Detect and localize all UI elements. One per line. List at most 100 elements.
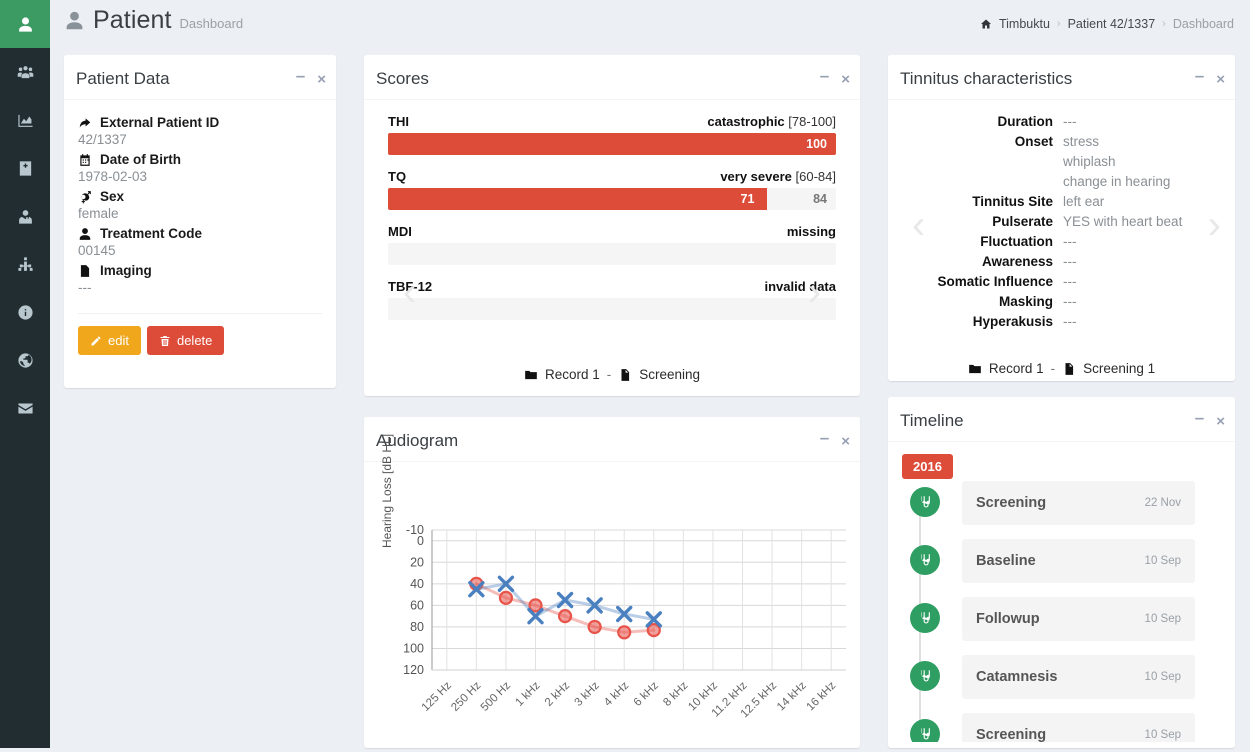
y-axis-tick: 20 — [410, 555, 424, 569]
tinnitus-key: Somatic Influence — [937, 274, 1053, 289]
record-label[interactable]: Record 1 — [989, 361, 1044, 376]
score-name: MDI — [388, 224, 412, 239]
score-bar-track: 100 — [388, 133, 836, 155]
timeline-item[interactable]: Screening 10 Sep — [902, 713, 1235, 742]
field-label-external-patient-id: External Patient ID — [78, 115, 322, 130]
timeline-event-date: 10 Sep — [1144, 671, 1181, 683]
field-label-text: Date of Birth — [100, 152, 181, 167]
page-title-group: Patient Dashboard — [64, 6, 243, 35]
timeline-card[interactable]: Screening 10 Sep — [962, 713, 1195, 742]
breadcrumb-item-root[interactable]: Timbuktu — [999, 17, 1050, 31]
sidebar-item-clinic[interactable] — [0, 144, 50, 192]
score-row-tbf12: TBF-12 invalid data — [388, 279, 836, 320]
minimize-icon[interactable]: – — [296, 67, 305, 84]
patient-data-panel: Patient Data – × External Patient ID 42/… — [64, 55, 336, 388]
score-row-mdi: MDI missing — [388, 224, 836, 265]
tinnitus-row: Tinnitus Site left ear — [888, 192, 1235, 212]
document-label[interactable]: Screening 1 — [1083, 361, 1155, 376]
y-axis-tick: 60 — [410, 598, 424, 612]
breadcrumb-separator: › — [1056, 18, 1061, 30]
timeline-event-date: 10 Sep — [1144, 555, 1181, 567]
users-icon — [17, 64, 34, 81]
sidebar-item-info[interactable] — [0, 288, 50, 336]
edit-button[interactable]: edit — [78, 326, 141, 355]
panel-header: Tinnitus characteristics – × — [888, 58, 1235, 100]
timeline-item[interactable]: Followup 10 Sep — [902, 597, 1235, 653]
panel-tools: – × — [820, 58, 850, 100]
x-axis-tick: 250 Hz — [449, 679, 483, 713]
score-range: [60-84] — [795, 169, 836, 184]
timeline-item[interactable]: Screening 22 Nov — [902, 481, 1235, 537]
calendar-icon — [78, 153, 92, 167]
close-icon[interactable]: × — [1216, 414, 1225, 429]
carousel-next-button[interactable]: › — [808, 272, 821, 312]
timeline-year-badge: 2016 — [902, 454, 953, 479]
timeline-panel: Timeline – × 2016 Screening 22 Nov Baselin… — [888, 397, 1235, 748]
tinnitus-row: Duration --- — [888, 112, 1235, 132]
x-axis-tick: 1 kHz — [513, 679, 542, 708]
timeline-item[interactable]: Baseline 10 Sep — [902, 539, 1235, 595]
breadcrumb-item-current: Dashboard — [1172, 17, 1234, 31]
minimize-icon[interactable]: – — [1195, 67, 1204, 84]
tinnitus-value: --- — [1063, 254, 1077, 269]
close-icon[interactable]: × — [841, 434, 850, 449]
x-axis-tick: 6 kHz — [632, 679, 661, 708]
tinnitus-row: Somatic Influence --- — [888, 272, 1235, 292]
field-value-date-of-birth: 1978-02-03 — [78, 169, 148, 184]
score-severity-group: catastrophic [78-100] — [707, 114, 836, 129]
document-label[interactable]: Screening — [639, 367, 700, 382]
tinnitus-row: Hyperakusis --- — [888, 312, 1235, 332]
tinnitus-key: Awareness — [981, 254, 1053, 269]
score-value: 100 — [806, 137, 827, 151]
edit-button-label: edit — [108, 333, 129, 348]
carousel-next-button[interactable]: › — [1208, 205, 1221, 245]
panel-header: Audiogram – × — [364, 420, 860, 462]
record-label[interactable]: Record 1 — [545, 367, 600, 382]
minimize-icon[interactable]: – — [820, 429, 829, 446]
tinnitus-value: left ear — [1063, 194, 1105, 209]
sidebar-item-messages[interactable] — [0, 384, 50, 432]
sidebar-item-patients[interactable] — [0, 48, 50, 96]
minimize-icon[interactable]: – — [1195, 409, 1204, 426]
timeline-card[interactable]: Followup 10 Sep — [962, 597, 1195, 641]
scores-body: THI catastrophic [78-100] 100 TQ very se… — [364, 100, 860, 320]
field-label-text: External Patient ID — [100, 115, 220, 130]
minimize-icon[interactable]: – — [820, 67, 829, 84]
close-icon[interactable]: × — [317, 72, 326, 87]
carousel-prev-button[interactable]: ‹ — [912, 205, 925, 245]
sidebar-item-language[interactable] — [0, 336, 50, 384]
user-icon — [78, 227, 92, 241]
timeline-card[interactable]: Catamnesis 10 Sep — [962, 655, 1195, 699]
sidebar-item-statistics[interactable] — [0, 96, 50, 144]
y-axis-tick: 120 — [403, 663, 424, 677]
close-icon[interactable]: × — [841, 72, 850, 87]
timeline-event-title: Catamnesis — [976, 669, 1058, 685]
close-icon[interactable]: × — [1216, 72, 1225, 87]
timeline-card[interactable]: Baseline 10 Sep — [962, 539, 1195, 583]
sidebar-item-doctors[interactable] — [0, 192, 50, 240]
panel-tools: – × — [1195, 400, 1225, 442]
breadcrumb-item-patient[interactable]: Patient 42/1337 — [1068, 17, 1156, 31]
tinnitus-footer: Record 1 - Screening 1 — [888, 361, 1235, 376]
score-max-value: 84 — [813, 192, 827, 206]
home-icon[interactable] — [980, 18, 992, 30]
score-header: TBF-12 invalid data — [388, 279, 836, 294]
timeline-item[interactable]: Catamnesis 10 Sep — [902, 655, 1235, 711]
score-name: TQ — [388, 169, 407, 184]
field-label-treatment-code: Treatment Code — [78, 226, 322, 241]
tinnitus-row: whiplash — [888, 152, 1235, 172]
tinnitus-row: Fluctuation --- — [888, 232, 1235, 252]
timeline-card[interactable]: Screening 22 Nov — [962, 481, 1195, 525]
footer-dash: - — [606, 367, 612, 382]
sitemap-icon — [17, 256, 34, 273]
sidebar-item-sitemap[interactable] — [0, 240, 50, 288]
sidebar-item-patient[interactable] — [0, 0, 50, 48]
delete-button[interactable]: delete — [146, 326, 225, 355]
score-severity-group: very severe [60-84] — [720, 169, 836, 184]
clinic-icon — [17, 160, 34, 177]
data-point-right-ear — [587, 619, 602, 635]
panel-header: Timeline – × — [888, 400, 1235, 442]
carousel-prev-button[interactable]: ‹ — [403, 272, 416, 312]
stethoscope-icon — [910, 661, 940, 691]
timeline-event-title: Screening — [976, 727, 1047, 742]
